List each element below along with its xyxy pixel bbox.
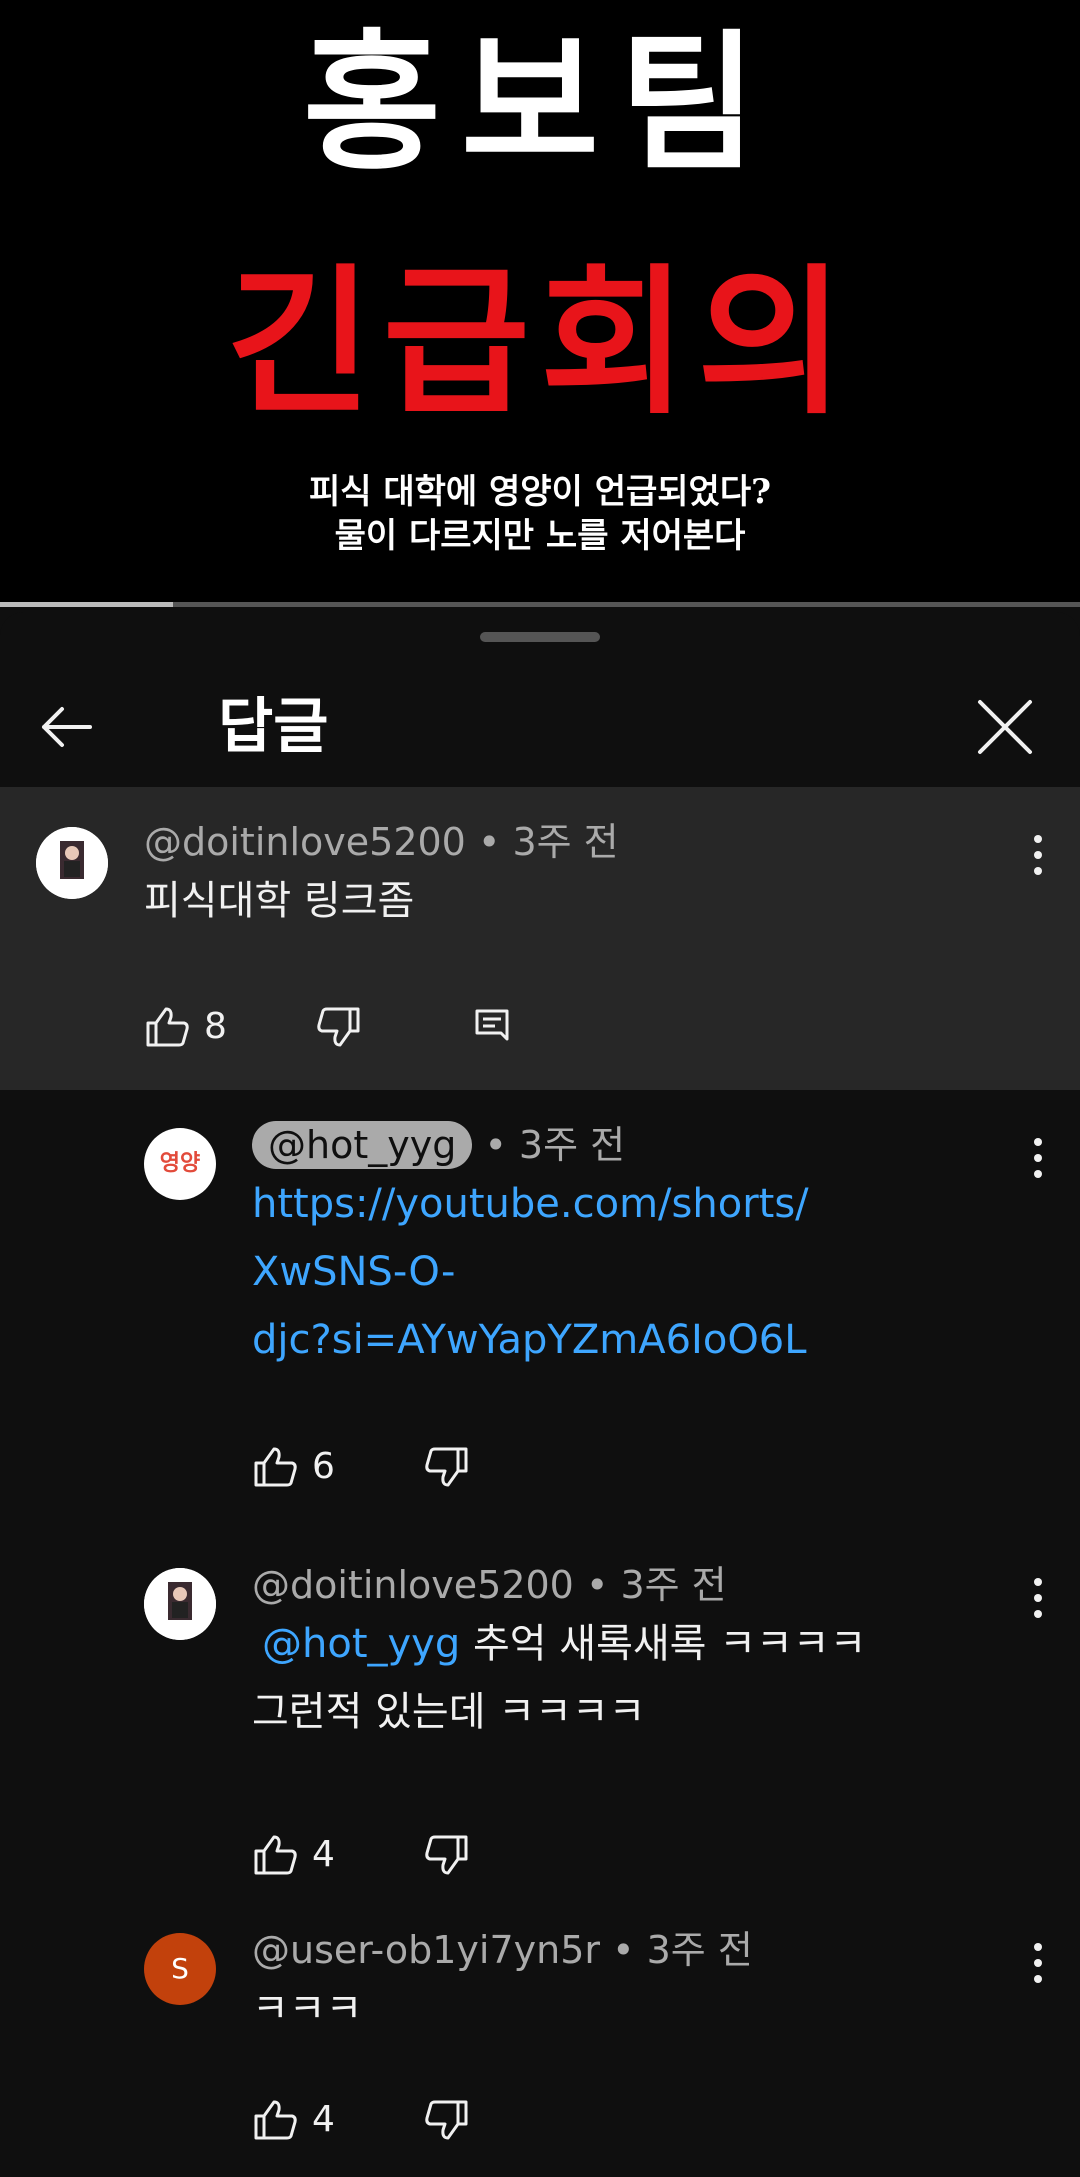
avatar-letter: S xyxy=(171,1952,189,1985)
thumbs-up-icon xyxy=(146,1007,189,1047)
dislike-button[interactable] xyxy=(314,997,374,1057)
comment-meta: @user-ob1yi7yn5r • 3주 전 xyxy=(252,1925,753,1975)
comment-author[interactable]: @doitinlove5200 xyxy=(144,820,466,864)
reply-comment: @doitinlove5200 • 3주 전 @hot_yyg 추억 새록새록 … xyxy=(0,1530,1080,1895)
reply-button[interactable] xyxy=(469,997,529,1057)
mention-link[interactable]: @hot_yyg xyxy=(262,1621,460,1667)
comment-author-highlighted[interactable]: @hot_yyg xyxy=(252,1121,473,1169)
comment-text: @hot_yyg 추억 새록새록 ㅋㅋㅋㅋ 그런적 있는데 ㅋㅋㅋㅋ xyxy=(252,1610,1032,1746)
thumbs-up-icon xyxy=(254,2100,297,2140)
avatar-text: 영양 xyxy=(159,1151,201,1176)
like-button[interactable]: 4 xyxy=(252,1825,352,1885)
video-subtitle: 피식 대학에 영양이 언급되었다? 물이 다르지만 노를 저어본다 xyxy=(0,470,1080,558)
comment-actions: 4 xyxy=(252,1825,552,1885)
dislike-button[interactable] xyxy=(422,1437,482,1497)
dislike-button[interactable] xyxy=(422,1825,482,1885)
thumbs-down-icon xyxy=(425,1835,468,1875)
comment-text-line: @hot_yyg 추억 새록새록 ㅋㅋㅋㅋ xyxy=(252,1610,1032,1678)
link-line: XwSNS-O- xyxy=(252,1249,456,1295)
link-line: djc?si=AYwYapYZmA6IoO6L xyxy=(252,1317,807,1363)
video-player[interactable]: 홍보팀 긴급회의 피식 대학에 영양이 언급되었다? 물이 다르지만 노를 저어… xyxy=(0,0,1080,604)
comment-text-line: 그런적 있는데 ㅋㅋㅋㅋ xyxy=(252,1689,646,1735)
video-title: 홍보팀 xyxy=(302,15,777,191)
dislike-button[interactable] xyxy=(422,2090,482,2150)
like-count: 4 xyxy=(312,2099,335,2140)
like-count: 6 xyxy=(312,1446,335,1487)
thumbs-up-icon xyxy=(254,1447,297,1487)
reply-comment: 영양 @hot_yyg • 3주 전 https://youtube.com/s… xyxy=(0,1090,1080,1530)
avatar[interactable] xyxy=(36,827,108,899)
comment-time: • 3주 전 xyxy=(484,1123,626,1167)
comment-actions: 8 xyxy=(144,997,544,1057)
comment-author[interactable]: @doitinlove5200 xyxy=(252,1563,574,1607)
arrow-left-icon xyxy=(42,707,92,747)
more-vert-icon xyxy=(1034,835,1042,875)
close-button[interactable] xyxy=(970,692,1040,762)
thumbs-down-icon xyxy=(317,1007,360,1047)
like-button[interactable]: 4 xyxy=(252,2090,352,2150)
comment-time: • 3주 전 xyxy=(477,820,619,864)
comment-time: • 3주 전 xyxy=(585,1563,727,1607)
close-icon xyxy=(978,700,1032,754)
comment-text-part: 추억 새록새록 ㅋㅋㅋㅋ xyxy=(460,1621,867,1667)
comment-time: • 3주 전 xyxy=(612,1928,753,1972)
comment-link[interactable]: https://youtube.com/shorts/ XwSNS-O- djc… xyxy=(252,1170,1032,1374)
video-subtitle-line1: 피식 대학에 영양이 언급되었다? xyxy=(308,472,772,512)
comment-meta: @doitinlove5200 • 3주 전 xyxy=(144,817,619,867)
video-headline: 긴급회의 xyxy=(225,248,855,436)
like-count: 8 xyxy=(204,1006,227,1047)
reply-comment-icon xyxy=(475,1009,509,1041)
like-button[interactable]: 8 xyxy=(144,997,244,1057)
comment-meta: @doitinlove5200 • 3주 전 xyxy=(252,1560,727,1610)
thumbs-up-icon xyxy=(254,1835,297,1875)
video-progress-fill xyxy=(0,602,173,607)
sheet-drag-handle[interactable] xyxy=(480,632,600,642)
back-button[interactable] xyxy=(30,692,100,762)
comment-meta: @hot_yyg • 3주 전 xyxy=(252,1120,625,1170)
avatar[interactable]: 영양 xyxy=(144,1128,216,1200)
video-subtitle-line2: 물이 다르지만 노를 저어본다 xyxy=(334,516,746,556)
sheet-header: 답글 xyxy=(0,672,1080,782)
sheet-title: 답글 xyxy=(218,692,329,762)
avatar[interactable]: S xyxy=(144,1933,216,2005)
more-options-button[interactable] xyxy=(1018,825,1058,885)
comment-author[interactable]: @user-ob1yi7yn5r xyxy=(252,1928,600,1972)
parent-comment: @doitinlove5200 • 3주 전 피식대학 링크좀 8 xyxy=(0,787,1080,1090)
reply-comment: S @user-ob1yi7yn5r • 3주 전 ㅋㅋㅋ 4 xyxy=(0,1895,1080,2177)
like-button[interactable]: 6 xyxy=(252,1437,352,1497)
replies-sheet: 답글 @doitinlove5200 • 3주 전 피식대학 링크좀 8 영양 … xyxy=(0,612,1080,2177)
thumbs-down-icon xyxy=(425,2100,468,2140)
avatar-photo-icon xyxy=(144,1568,216,1640)
like-count: 4 xyxy=(312,1834,335,1875)
thumbs-down-icon xyxy=(425,1447,468,1487)
avatar-photo-icon xyxy=(36,827,108,899)
video-progress-bar[interactable] xyxy=(0,602,1080,607)
comment-text: ㅋㅋㅋ xyxy=(252,1986,363,2032)
link-line: https://youtube.com/shorts/ xyxy=(252,1181,809,1227)
comment-text: 피식대학 링크좀 xyxy=(144,878,415,924)
comment-actions: 4 xyxy=(252,2090,552,2150)
comment-actions: 6 xyxy=(252,1437,552,1497)
avatar[interactable] xyxy=(144,1568,216,1640)
